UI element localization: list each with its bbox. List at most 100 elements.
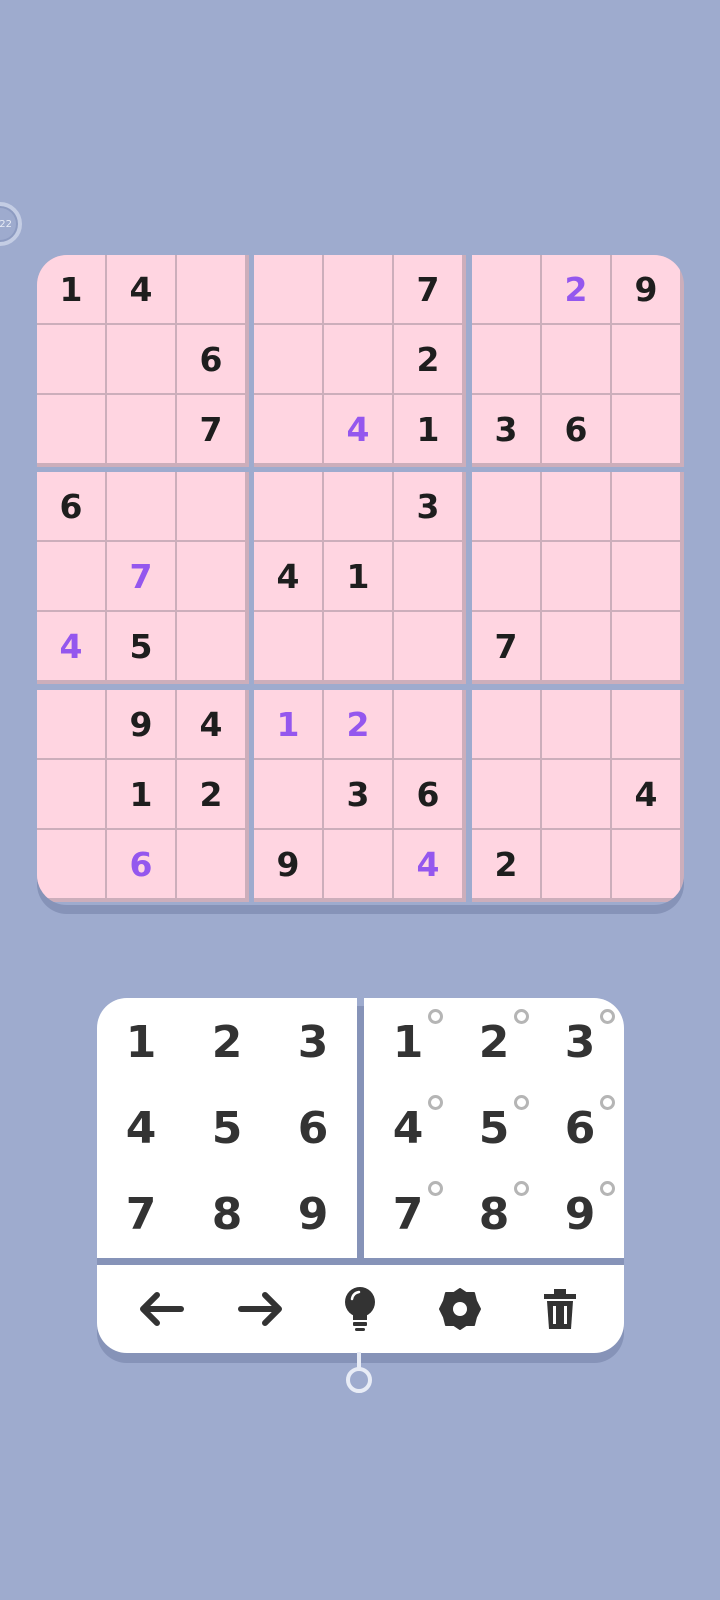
board-cell[interactable] (542, 760, 610, 828)
undo-button[interactable] (126, 1274, 196, 1344)
board-cell[interactable] (254, 612, 322, 680)
board-cell[interactable] (254, 325, 322, 393)
board-cell[interactable] (472, 542, 540, 610)
note-key[interactable]: 1 (365, 999, 451, 1085)
note-key[interactable]: 7 (365, 1171, 451, 1257)
board-cell[interactable]: 2 (542, 255, 610, 323)
drag-handle[interactable] (346, 1367, 372, 1393)
note-key[interactable]: 8 (451, 1171, 537, 1257)
board-cell[interactable] (37, 830, 105, 898)
board-cell[interactable] (542, 542, 610, 610)
board-cell[interactable] (542, 472, 610, 540)
board-cell[interactable]: 7 (177, 395, 245, 463)
board-cell[interactable] (254, 760, 322, 828)
note-key[interactable]: 4 (365, 1085, 451, 1171)
board-cell[interactable] (612, 472, 680, 540)
board-cell[interactable] (107, 325, 175, 393)
number-key[interactable]: 9 (270, 1171, 356, 1257)
board-cell[interactable] (177, 830, 245, 898)
board-cell[interactable]: 4 (394, 830, 462, 898)
board-cell[interactable] (472, 472, 540, 540)
number-key[interactable]: 5 (184, 1085, 270, 1171)
board-cell[interactable] (612, 542, 680, 610)
note-key[interactable]: 9 (537, 1171, 623, 1257)
board-cell[interactable] (177, 472, 245, 540)
board-cell[interactable]: 9 (107, 690, 175, 758)
board-cell[interactable]: 3 (394, 472, 462, 540)
erase-button[interactable] (525, 1274, 595, 1344)
board-cell[interactable]: 7 (107, 542, 175, 610)
board-cell[interactable]: 6 (107, 830, 175, 898)
board-cell[interactable] (107, 395, 175, 463)
board-cell[interactable] (612, 395, 680, 463)
settings-button[interactable] (425, 1274, 495, 1344)
board-cell[interactable] (254, 472, 322, 540)
board-cell[interactable]: 5 (107, 612, 175, 680)
number-key[interactable]: 8 (184, 1171, 270, 1257)
board-cell[interactable] (37, 760, 105, 828)
board-cell[interactable]: 4 (107, 255, 175, 323)
board-cell[interactable]: 2 (472, 830, 540, 898)
board-cell[interactable]: 3 (472, 395, 540, 463)
board-cell[interactable]: 6 (394, 760, 462, 828)
board-cell[interactable] (472, 255, 540, 323)
board-cell[interactable]: 6 (542, 395, 610, 463)
number-key[interactable]: 4 (98, 1085, 184, 1171)
board-cell[interactable]: 9 (612, 255, 680, 323)
number-key[interactable]: 6 (270, 1085, 356, 1171)
board-cell[interactable]: 6 (177, 325, 245, 393)
note-key[interactable]: 2 (451, 999, 537, 1085)
board-cell[interactable]: 1 (324, 542, 392, 610)
board-cell[interactable] (254, 255, 322, 323)
board-cell[interactable]: 7 (394, 255, 462, 323)
board-cell[interactable] (177, 612, 245, 680)
board-cell[interactable] (394, 542, 462, 610)
board-cell[interactable] (107, 472, 175, 540)
board-cell[interactable] (37, 690, 105, 758)
board-cell[interactable] (177, 255, 245, 323)
board-cell[interactable]: 2 (324, 690, 392, 758)
board-cell[interactable] (542, 612, 610, 680)
board-cell[interactable] (394, 612, 462, 680)
note-key[interactable]: 6 (537, 1085, 623, 1171)
number-key[interactable]: 2 (184, 999, 270, 1085)
board-cell[interactable] (324, 325, 392, 393)
board-cell[interactable] (542, 690, 610, 758)
board-cell[interactable]: 4 (254, 542, 322, 610)
board-cell[interactable] (324, 255, 392, 323)
board-cell[interactable] (472, 325, 540, 393)
board-cell[interactable] (177, 542, 245, 610)
board-cell[interactable] (472, 760, 540, 828)
board-cell[interactable] (37, 325, 105, 393)
board-cell[interactable]: 3 (324, 760, 392, 828)
board-cell[interactable] (542, 830, 610, 898)
board-cell[interactable]: 4 (177, 690, 245, 758)
board-cell[interactable] (324, 472, 392, 540)
number-key[interactable]: 1 (98, 999, 184, 1085)
board-cell[interactable] (472, 690, 540, 758)
note-key[interactable]: 3 (537, 999, 623, 1085)
board-cell[interactable]: 9 (254, 830, 322, 898)
board-cell[interactable]: 1 (37, 255, 105, 323)
board-cell[interactable]: 1 (394, 395, 462, 463)
board-cell[interactable]: 7 (472, 612, 540, 680)
board-cell[interactable] (324, 612, 392, 680)
board-cell[interactable] (612, 325, 680, 393)
board-cell[interactable] (542, 325, 610, 393)
board-cell[interactable]: 6 (37, 472, 105, 540)
board-cell[interactable]: 4 (37, 612, 105, 680)
board-cell[interactable] (324, 830, 392, 898)
board-cell[interactable] (612, 612, 680, 680)
board-cell[interactable]: 1 (254, 690, 322, 758)
board-cell[interactable] (612, 690, 680, 758)
redo-button[interactable] (226, 1274, 296, 1344)
board-cell[interactable]: 2 (394, 325, 462, 393)
hint-button[interactable] (325, 1274, 395, 1344)
board-cell[interactable]: 4 (324, 395, 392, 463)
board-cell[interactable] (394, 690, 462, 758)
board-cell[interactable]: 2 (177, 760, 245, 828)
number-key[interactable]: 3 (270, 999, 356, 1085)
number-key[interactable]: 7 (98, 1171, 184, 1257)
board-cell[interactable]: 1 (107, 760, 175, 828)
board-cell[interactable] (37, 542, 105, 610)
